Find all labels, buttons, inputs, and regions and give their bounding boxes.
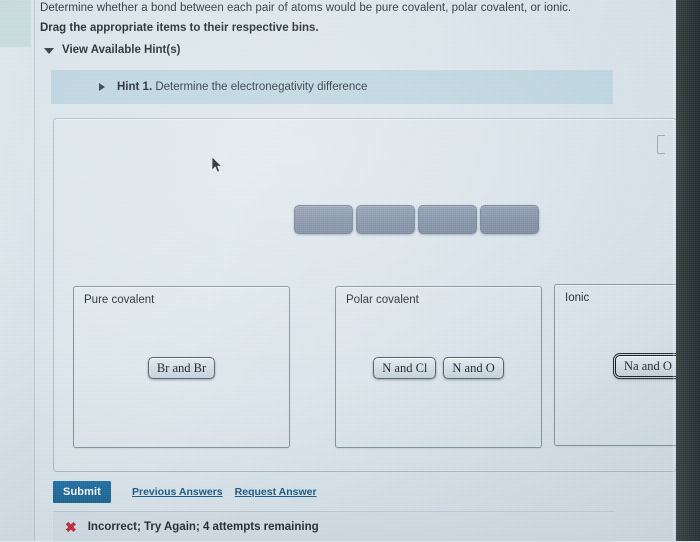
view-hints-label: View Available Hint(s) — [62, 44, 181, 56]
request-answer-link[interactable]: Request Answer — [235, 486, 317, 498]
bin-items: Br and Br — [74, 357, 289, 379]
drag-item-chip[interactable]: N and O — [443, 357, 504, 379]
feedback-message: Incorrect; Try Again; 4 attempts remaini… — [87, 521, 319, 533]
question-prompt: Determine whether a bond between each pa… — [40, 2, 572, 14]
bin-polar-covalent[interactable]: Polar covalent N and Cl N and O — [335, 286, 542, 448]
gutter-divider — [34, 0, 35, 541]
bins-container: Pure covalent Br and Br Polar covalent N… — [73, 284, 700, 450]
view-hints-toggle[interactable]: View Available Hint(s) — [44, 44, 180, 56]
previous-answers-link[interactable]: Previous Answers — [132, 486, 223, 498]
bracket-handle-icon[interactable] — [657, 135, 665, 154]
feedback-bar: ✖ Incorrect; Try Again; 4 attempts remai… — [53, 511, 615, 542]
submit-button[interactable]: Submit — [53, 481, 111, 503]
bin-title: Polar covalent — [346, 294, 419, 306]
drag-item-chip-selected[interactable]: Na and O — [615, 355, 681, 377]
drag-slot[interactable] — [418, 205, 477, 234]
bin-title: Ionic — [565, 292, 590, 304]
drag-item-chip[interactable]: Br and Br — [147, 357, 216, 379]
x-mark-icon: ✖ — [65, 519, 77, 535]
hint-description: Determine the electronegativity differen… — [155, 81, 368, 93]
bin-pure-covalent[interactable]: Pure covalent Br and Br — [73, 286, 290, 448]
drag-item-chip[interactable]: N and Cl — [373, 357, 437, 379]
question-content: Determine whether a bond between each pa… — [40, 0, 700, 542]
drag-source-tray — [294, 205, 539, 234]
caret-down-icon — [44, 48, 54, 54]
drag-slot[interactable] — [356, 205, 415, 234]
hint-text: Hint 1. Determine the electronegativity … — [117, 81, 367, 93]
drag-slot[interactable] — [480, 205, 539, 234]
screen-capture: Determine whether a bond between each pa… — [0, 0, 700, 542]
bin-title: Pure covalent — [84, 294, 155, 306]
drag-instruction: Drag the appropriate items to their resp… — [40, 22, 319, 34]
answer-panel: Pure covalent Br and Br Polar covalent N… — [53, 118, 700, 472]
drag-slot[interactable] — [294, 205, 353, 234]
screen-dark-edge — [676, 0, 700, 541]
hint-title: Hint 1. — [117, 81, 153, 93]
action-row: Submit Previous Answers Request Answer — [53, 481, 317, 503]
corner-swatch — [0, 0, 31, 47]
hint-row[interactable]: Hint 1. Determine the electronegativity … — [51, 70, 613, 104]
bin-items: N and Cl N and O — [336, 357, 541, 379]
caret-right-icon[interactable] — [99, 83, 105, 91]
left-gutter — [0, 0, 34, 541]
